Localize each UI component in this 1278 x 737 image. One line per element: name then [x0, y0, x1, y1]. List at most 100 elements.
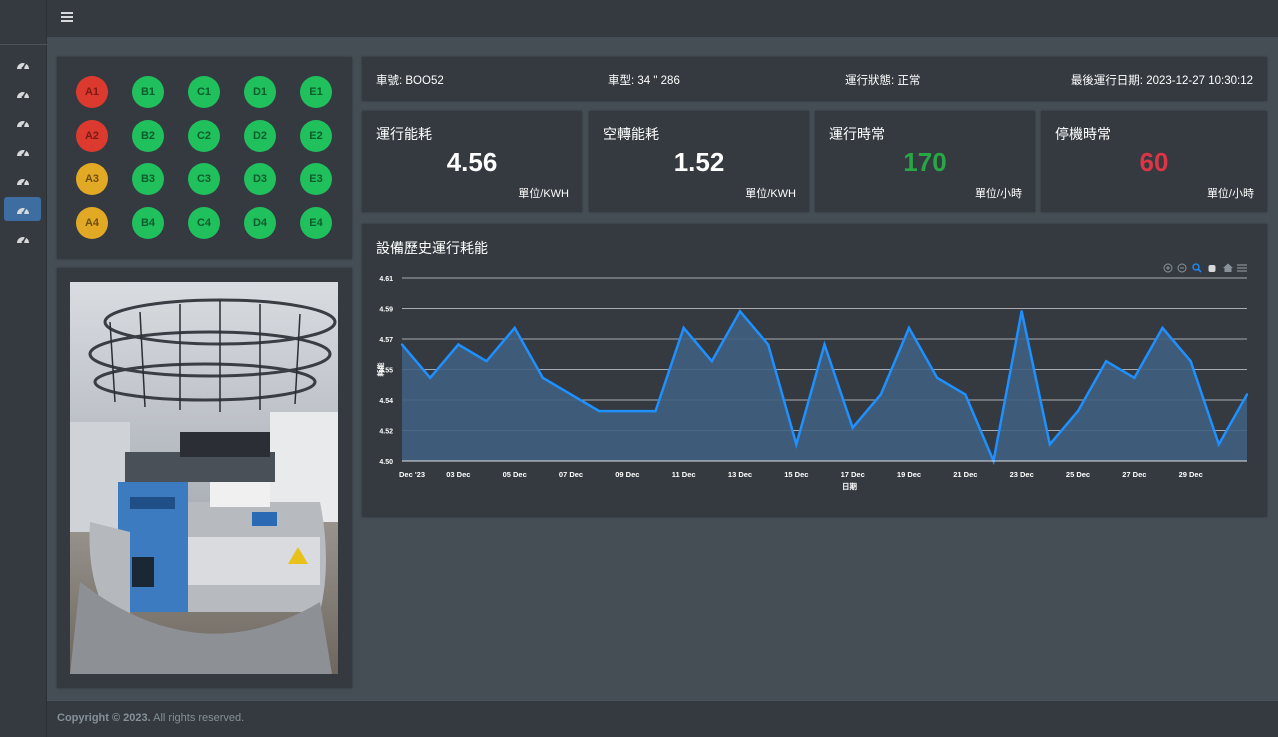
- data-point: [795, 443, 798, 446]
- energy-history-chart: 4.504.524.544.554.574.594.61Dec '23 03 De…: [376, 263, 1249, 491]
- machine-b4-status[interactable]: B4: [132, 206, 164, 239]
- speedometer-icon: [16, 149, 29, 156]
- machine-d1-status[interactable]: D1: [244, 76, 276, 108]
- sidebar-item-5[interactable]: [4, 168, 41, 192]
- rights-text: All rights reserved.: [150, 712, 245, 724]
- x-tick-label: 09 Dec: [615, 470, 639, 479]
- x-tick-label: 11 Dec: [672, 470, 696, 479]
- data-point: [682, 326, 685, 330]
- data-point: [964, 393, 967, 396]
- car-number: 車號: BOO52: [376, 75, 444, 87]
- speedometer-icon: [16, 178, 29, 185]
- data-point: [1048, 443, 1052, 446]
- y-axis-label: 耗能: [376, 363, 385, 377]
- kpi-unit: 單位/小時: [974, 188, 1022, 200]
- sidebar-item-4[interactable]: [4, 139, 41, 163]
- data-point: [1245, 393, 1249, 396]
- copyright-text: Copyright © 2023.: [57, 712, 151, 724]
- machine-a1-status[interactable]: A1: [76, 76, 108, 108]
- x-tick-label: 27 Dec: [1122, 470, 1146, 479]
- energy-history-chart-card: 設備歷史運行耗能 4.50 4.52 4.54 4.55 4.57 4.59 4.61 Dec…: [362, 224, 1267, 517]
- machine-c2-status[interactable]: C2: [188, 119, 220, 152]
- x-tick-label: 15 Dec: [784, 470, 808, 479]
- machine-a3-status[interactable]: A3: [76, 163, 108, 195]
- kpi-card-run-energy: 運行能耗 4.56 單位/KWH: [362, 111, 582, 212]
- x-tick-label: 29 Dec: [1179, 470, 1203, 479]
- kpi-unit: 單位/KWH: [518, 188, 569, 200]
- machine-a2-status[interactable]: A2: [76, 119, 108, 152]
- x-tick-label: 13 Dec: [728, 470, 752, 479]
- sidebar-item-6[interactable]: [4, 197, 41, 221]
- data-point: [400, 343, 404, 346]
- kpi-title: 運行時常: [829, 126, 885, 142]
- machine-c1-status[interactable]: C1: [188, 76, 220, 108]
- kpi-title: 運行能耗: [376, 126, 432, 142]
- kpi-unit: 單位/KWH: [745, 188, 796, 200]
- data-point: [1076, 409, 1080, 413]
- top-navbar: [47, 0, 1278, 37]
- magnifier-icon[interactable]: [1192, 263, 1202, 273]
- data-point: [907, 326, 911, 330]
- hamburger-icon[interactable]: [61, 12, 73, 24]
- machine-e1-status[interactable]: E1: [300, 76, 332, 108]
- data-point: [1161, 326, 1164, 330]
- machine-c3-status[interactable]: C3: [188, 163, 220, 195]
- speedometer-icon: [16, 236, 29, 243]
- data-point: [457, 343, 460, 346]
- data-point: [1133, 376, 1136, 380]
- footer-text: Copyright © 2023. All rights reserved.: [57, 712, 244, 724]
- kpi-value: 1.52: [673, 147, 725, 177]
- x-axis-label: 日期: [842, 481, 857, 491]
- kpi-value: 4.56: [446, 147, 498, 177]
- x-tick-label: 03 Dec: [446, 470, 470, 479]
- zoom-out-icon[interactable]: [1177, 263, 1187, 273]
- data-point: [569, 393, 573, 396]
- data-point: [654, 409, 657, 413]
- y-tick-label: 4.59: [379, 307, 393, 314]
- machine-b2-status[interactable]: B2: [132, 119, 164, 152]
- data-point: [485, 359, 488, 363]
- kpi-unit: 單位/小時: [1206, 188, 1254, 200]
- machine-e3-status[interactable]: E3: [300, 163, 332, 195]
- machine-b1-status[interactable]: B1: [132, 76, 164, 108]
- home-icon[interactable]: [1223, 263, 1233, 273]
- footer: Copyright © 2023. All rights reserved.: [47, 700, 1278, 737]
- data-point: [597, 409, 601, 413]
- zoom-in-icon[interactable]: [1163, 263, 1173, 273]
- kpi-card-stop-hours: 停機時常 60 單位/小時: [1041, 111, 1267, 212]
- data-point: [1104, 359, 1108, 363]
- machine-e2-status[interactable]: E2: [300, 119, 332, 152]
- machine-d4-status[interactable]: D4: [244, 206, 276, 239]
- x-tick-label: 05 Dec: [503, 470, 527, 479]
- x-tick-label: 25 Dec: [1066, 470, 1090, 479]
- y-tick-label: 4.57: [379, 337, 393, 344]
- sidebar-divider: [0, 44, 47, 45]
- machine-d2-status[interactable]: D2: [244, 119, 276, 152]
- sidebar-item-1[interactable]: [4, 52, 41, 76]
- menu-icon[interactable]: [1237, 264, 1247, 272]
- machine-a4-status[interactable]: A4: [76, 206, 108, 239]
- speedometer-icon: [16, 62, 29, 69]
- kpi-value: 60: [1139, 147, 1169, 177]
- car-model: 車型: 34 " 286: [608, 75, 680, 87]
- data-point: [851, 426, 854, 429]
- area-fill: [402, 311, 1247, 461]
- machine-e4-status[interactable]: E4: [300, 206, 332, 239]
- x-tick-label: 19 Dec: [897, 470, 921, 479]
- sidebar-item-2[interactable]: [4, 81, 41, 105]
- y-tick-label: 4.61: [379, 276, 393, 283]
- machine-b3-status[interactable]: B3: [132, 163, 164, 195]
- data-point: [710, 359, 714, 363]
- y-tick-label: 4.52: [379, 429, 393, 436]
- kpi-card-idle-energy: 空轉能耗 1.52 單位/KWH: [589, 111, 809, 212]
- machine-d3-status[interactable]: D3: [244, 163, 276, 195]
- machine-info-bar: 車號: BOO52 車型: 34 " 286 運行狀態: 正常 最後運行日期: …: [362, 57, 1267, 101]
- x-tick-label: 23 Dec: [1010, 470, 1034, 479]
- sidebar-item-7[interactable]: [4, 226, 41, 250]
- sidebar-item-3[interactable]: [4, 110, 41, 134]
- kpi-title: 停機時常: [1055, 126, 1111, 142]
- kpi-card-run-hours: 運行時常 170 單位/小時: [815, 111, 1035, 212]
- pan-hand-icon[interactable]: [1208, 265, 1216, 272]
- data-point: [823, 343, 826, 346]
- machine-c4-status[interactable]: C4: [188, 206, 220, 239]
